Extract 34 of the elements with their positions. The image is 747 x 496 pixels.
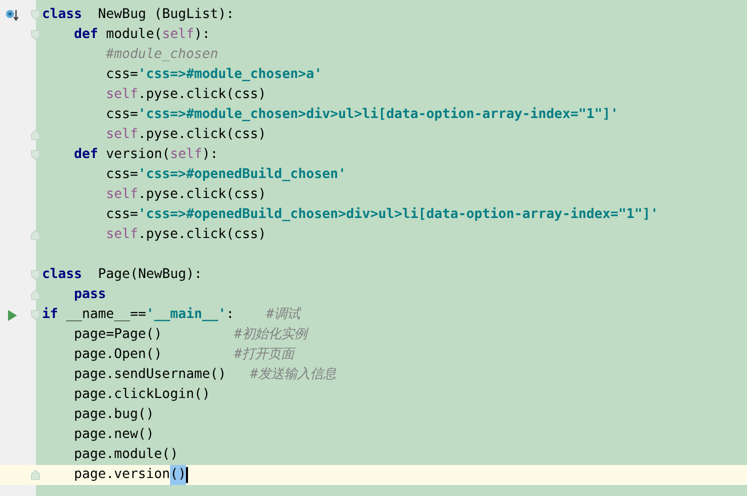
- code-line: css='css=>#openedBuild_chosen>div>ul>li[data-option-array-index="1"]': [106, 206, 658, 224]
- code-line: if __name__=='__main__': #调试: [42, 306, 300, 324]
- fold-marker-icon[interactable]: [31, 470, 40, 480]
- fold-marker-icon[interactable]: [31, 130, 40, 140]
- code-line: page.module(): [74, 446, 178, 464]
- code-line: pass: [74, 286, 106, 304]
- code-line: css='css=>#module_chosen>a': [106, 66, 322, 84]
- code-line: page.Open() #打开页面: [74, 346, 294, 364]
- code-line: self.pyse.click(css): [106, 126, 266, 144]
- code-line: page.new(): [74, 426, 154, 444]
- code-line: self.pyse.click(css): [106, 186, 266, 204]
- code-line: css='css=>#openedBuild_chosen': [106, 166, 346, 184]
- code-line: page.version(): [74, 465, 186, 485]
- code-line: page.bug(): [74, 406, 154, 424]
- fold-marker-icon[interactable]: [31, 230, 40, 240]
- fold-marker-icon[interactable]: [31, 10, 40, 20]
- fold-marker-icon[interactable]: [31, 150, 40, 160]
- code-line: self.pyse.click(css): [106, 86, 266, 104]
- fold-marker-icon[interactable]: [31, 30, 40, 40]
- fold-marker-icon[interactable]: [31, 290, 40, 300]
- code-line: page.sendUsername() #发送输入信息: [74, 366, 336, 384]
- code-line: page=Page() #初始化实例: [74, 326, 308, 344]
- code-line: def version(self):: [74, 146, 218, 164]
- code-line: def module(self):: [74, 26, 210, 44]
- code-line: class NewBug (BugList):: [42, 6, 234, 24]
- fold-marker-icon[interactable]: [31, 270, 40, 280]
- code-line: #module_chosen: [106, 46, 218, 64]
- code-line: css='css=>#module_chosen>div>ul>li[data-option-array-index="1"]': [106, 106, 618, 124]
- code-line: self.pyse.click(css): [106, 226, 266, 244]
- code-line: class Page(NewBug):: [42, 266, 202, 284]
- fold-marker-icon[interactable]: [31, 310, 40, 320]
- override-icon[interactable]: [5, 9, 19, 21]
- code-line: page.clickLogin(): [74, 386, 210, 404]
- run-icon[interactable]: [8, 310, 16, 320]
